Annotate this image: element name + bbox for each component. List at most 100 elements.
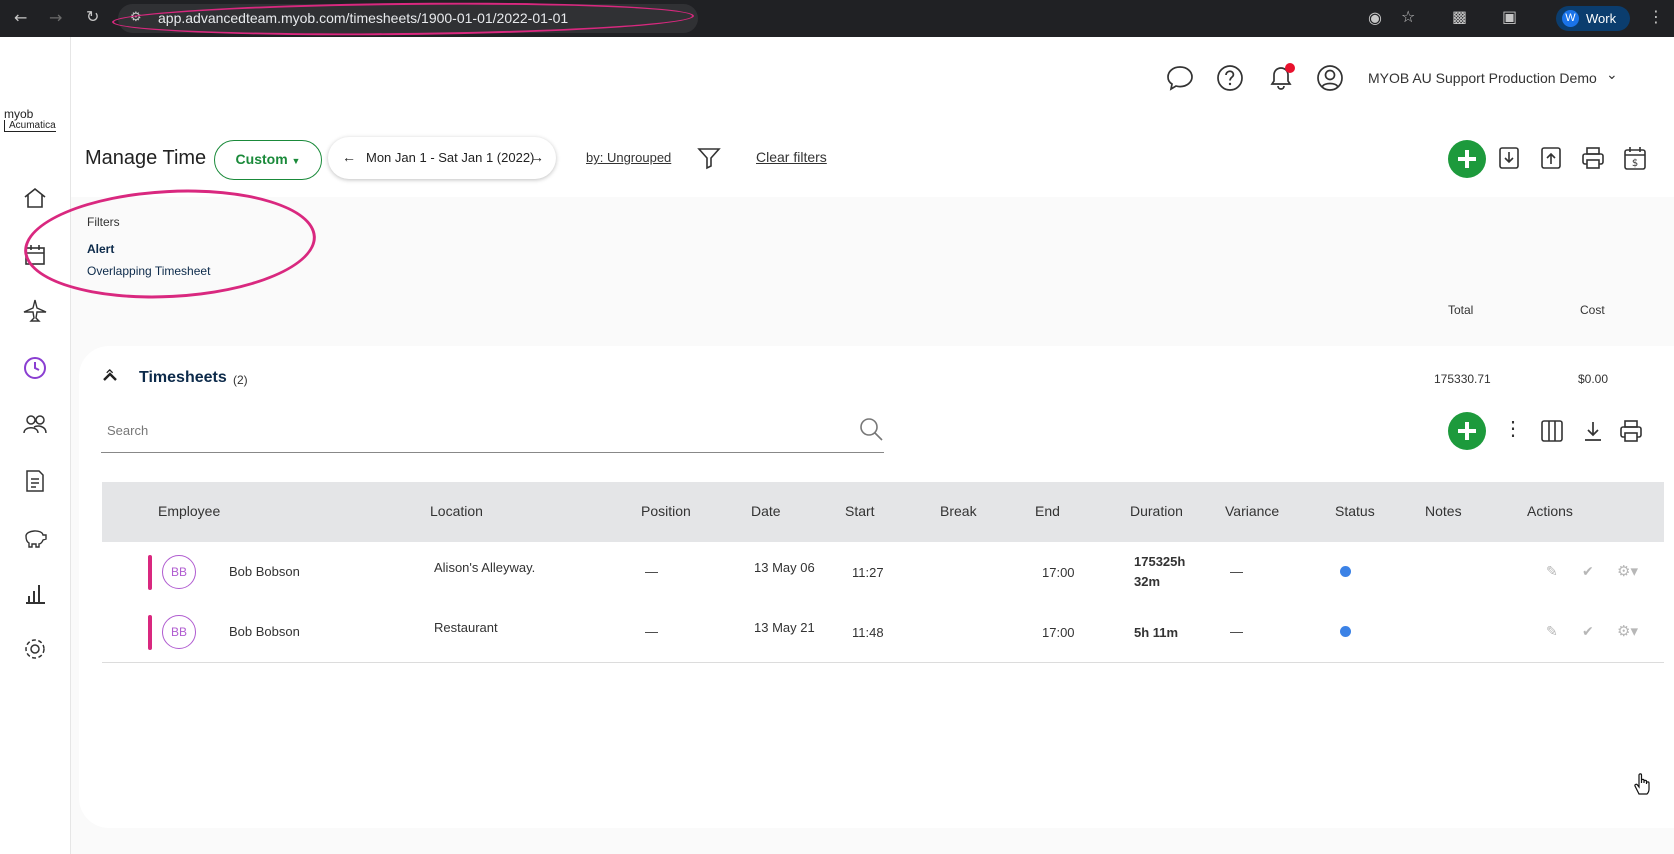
people-icon[interactable] — [22, 411, 48, 437]
browser-toolbar: ← → ↻ ⚙ app.advancedteam.myob.com/timesh… — [0, 0, 1674, 39]
employee-name: Bob Bobson — [229, 564, 300, 579]
settings-gear-icon[interactable] — [22, 636, 48, 662]
chat-icon[interactable] — [1166, 64, 1194, 92]
col-actions: Actions — [1527, 503, 1573, 519]
caret-down-icon: ▼ — [291, 156, 301, 166]
clear-filters-link[interactable]: Clear filters — [756, 149, 827, 165]
plane-icon[interactable] — [22, 298, 48, 324]
col-end[interactable]: End — [1035, 503, 1060, 519]
date-range-selector: ← Mon Jan 1 - Sat Jan 1 (2022) → — [328, 137, 556, 179]
col-break[interactable]: Break — [940, 503, 977, 519]
print-icon[interactable] — [1581, 146, 1605, 170]
more-vertical-icon[interactable]: ⋮ — [1648, 9, 1664, 25]
col-position[interactable]: Position — [641, 503, 691, 519]
eye-icon[interactable]: ◉ — [1368, 10, 1382, 26]
duration-line1: 175325h — [1134, 554, 1186, 569]
company-chevron-down-icon[interactable]: ⌄ — [1606, 66, 1618, 83]
search-field[interactable]: Search — [101, 416, 884, 453]
table-row[interactable]: BB Bob Bobson Restaurant — 13 May 21 11:… — [102, 602, 1664, 663]
forward-arrow-icon[interactable]: → — [49, 10, 62, 26]
edit-pencil-icon[interactable]: ✎ — [1546, 624, 1558, 640]
status-dot — [1340, 566, 1351, 577]
alert-indicator-bar — [148, 615, 152, 650]
profile-name: Work — [1586, 11, 1617, 26]
duration-line2: 32m — [1134, 574, 1161, 589]
col-location[interactable]: Location — [430, 503, 483, 519]
add-row-button[interactable] — [1448, 412, 1486, 450]
star-icon[interactable]: ☆ — [1401, 9, 1415, 25]
table-row[interactable]: BB Bob Bobson Alison's Alleyway. — 13 Ma… — [102, 542, 1664, 603]
date: 13 May 21 — [754, 620, 815, 635]
col-employee[interactable]: Employee — [158, 503, 220, 519]
search-icon[interactable] — [858, 416, 884, 442]
employee-avatar: BB — [162, 555, 196, 589]
end-time: 17:00 — [1042, 565, 1075, 580]
col-date[interactable]: Date — [751, 503, 781, 519]
col-start[interactable]: Start — [845, 503, 875, 519]
columns-icon[interactable] — [1540, 419, 1564, 443]
back-arrow-icon[interactable]: ← — [14, 10, 27, 26]
company-name[interactable]: MYOB AU Support Production Demo — [1368, 70, 1597, 86]
col-variance[interactable]: Variance — [1225, 503, 1279, 519]
cost-label: Cost — [1580, 303, 1605, 317]
myob-logo[interactable]: myob Acumatica — [4, 107, 56, 132]
notification-bell-icon[interactable] — [1266, 62, 1296, 92]
row-settings-gear-icon[interactable]: ⚙▾ — [1617, 562, 1638, 580]
logo-line2: Acumatica — [4, 120, 56, 132]
row-settings-gear-icon[interactable]: ⚙▾ — [1617, 622, 1638, 640]
add-timesheet-button[interactable] — [1448, 140, 1486, 178]
chevron-up-icon[interactable] — [102, 370, 118, 382]
filter-funnel-icon[interactable] — [697, 146, 721, 170]
section-title: Timesheets — [139, 369, 227, 386]
location: Alison's Alleyway. — [434, 560, 536, 575]
approve-check-icon[interactable]: ✔ — [1582, 624, 1594, 640]
total-label: Total — [1448, 303, 1474, 317]
help-icon[interactable] — [1216, 64, 1244, 92]
extensions-icon[interactable]: ▩ — [1452, 9, 1467, 25]
download-icon[interactable] — [1498, 146, 1520, 170]
hand-cursor-icon — [1632, 772, 1652, 796]
logo-line1: myob — [4, 107, 34, 121]
table-print-icon[interactable] — [1619, 419, 1643, 443]
page-title: Manage Time — [85, 147, 207, 169]
home-icon[interactable] — [22, 185, 48, 211]
piggy-bank-icon[interactable] — [22, 524, 48, 550]
more-options-icon[interactable]: ⋮ — [1503, 416, 1523, 441]
custom-label: Custom — [235, 151, 288, 167]
profile-avatar: W — [1562, 10, 1579, 27]
total-value: 175330.71 — [1434, 372, 1491, 386]
reload-icon[interactable]: ↻ — [86, 9, 99, 25]
approve-check-icon[interactable]: ✔ — [1582, 564, 1594, 580]
next-period-arrow-icon[interactable]: → — [530, 149, 544, 165]
prev-period-arrow-icon[interactable]: ← — [342, 149, 356, 165]
table-download-icon[interactable] — [1583, 419, 1603, 443]
edit-pencil-icon[interactable]: ✎ — [1546, 564, 1558, 580]
sidebar: myob Acumatica — [0, 37, 71, 854]
date-range-label[interactable]: Mon Jan 1 - Sat Jan 1 (2022) — [366, 150, 534, 165]
section-count: (2) — [233, 373, 248, 387]
group-by-link[interactable]: by: Ungrouped — [586, 150, 671, 165]
bar-chart-icon[interactable] — [22, 580, 48, 606]
status-dot — [1340, 626, 1351, 637]
custom-range-button[interactable]: Custom ▼ — [214, 140, 322, 180]
upload-icon[interactable] — [1540, 146, 1562, 170]
document-icon[interactable] — [22, 468, 48, 494]
tab-search-icon[interactable]: ▣ — [1502, 9, 1517, 25]
col-notes[interactable]: Notes — [1425, 503, 1462, 519]
alert-indicator-bar — [148, 555, 152, 590]
svg-text:$: $ — [1632, 158, 1638, 169]
position: — — [645, 624, 658, 639]
location: Restaurant — [434, 620, 498, 635]
end-time: 17:00 — [1042, 625, 1075, 640]
profile-chip[interactable]: W Work — [1556, 6, 1630, 31]
start-time: 11:27 — [852, 565, 884, 580]
clock-icon[interactable] — [22, 355, 48, 381]
cost-value: $0.00 — [1578, 372, 1609, 386]
variance: — — [1230, 564, 1243, 579]
col-status[interactable]: Status — [1335, 503, 1375, 519]
col-duration[interactable]: Duration — [1130, 503, 1183, 519]
variance: — — [1230, 624, 1243, 639]
date: 13 May 06 — [754, 560, 815, 575]
user-account-icon[interactable] — [1316, 64, 1344, 92]
payroll-calendar-icon[interactable]: $ — [1623, 145, 1647, 171]
